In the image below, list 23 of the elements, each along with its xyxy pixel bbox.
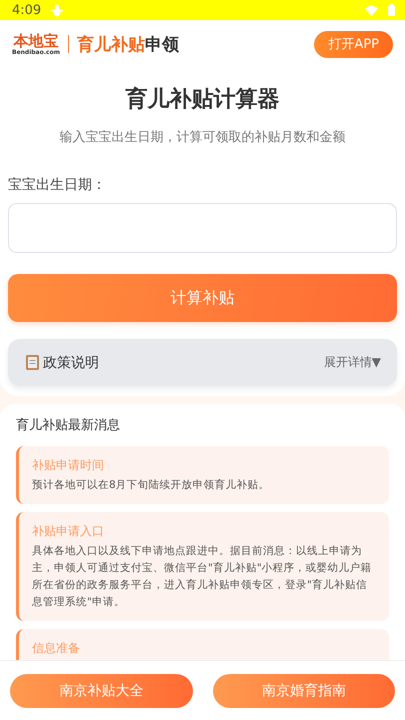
header-title: 育儿补贴申领	[76, 34, 179, 56]
status-time: 4:09	[12, 2, 42, 18]
birth-date-field[interactable]	[8, 203, 397, 253]
news-item-text: 具体各地入口以及线下申请地点跟进中。据目前消息：以线上申请为主，申领人可通过支付宝、微信平台"育儿补贴"小程序，或婴幼儿户籍所在省份的政务服务平台，进入育儿补贴申领专区，登录"育儿补贴信息管理系统"申请。	[32, 544, 373, 610]
field-label: 宝宝出生日期：	[8, 176, 107, 194]
link-button[interactable]: 南京补贴大全	[10, 674, 192, 708]
bug-icon	[51, 4, 64, 16]
news-item-text: 预计各地可以在8月下旬陆续开放申领育儿补贴。	[32, 478, 271, 493]
open-app-button[interactable]: 打开APP	[314, 30, 393, 58]
news-title: 育儿补贴最新消息	[16, 416, 121, 434]
news-item-title: 信息准备	[32, 640, 81, 657]
calculate-button[interactable]: 计算补贴	[8, 274, 397, 322]
news-item-title: 补贴申请入口	[32, 523, 105, 540]
page-subtitle: 输入宝宝出生日期，计算可领取的补贴月数和金额	[58, 129, 346, 146]
clipboard-icon	[26, 355, 39, 370]
wifi-icon	[365, 4, 378, 16]
page-title: 育儿补贴计算器	[124, 86, 280, 114]
battery-icon	[388, 4, 395, 16]
expand-toggle: 展开详情▼	[324, 354, 381, 371]
news-item-title: 补贴申请时间	[32, 457, 105, 474]
policy-toggle[interactable]: 政策说明 展开详情▼	[8, 339, 397, 386]
policy-label: 政策说明	[43, 354, 99, 372]
link-button[interactable]: 南京婚育指南	[212, 674, 395, 708]
